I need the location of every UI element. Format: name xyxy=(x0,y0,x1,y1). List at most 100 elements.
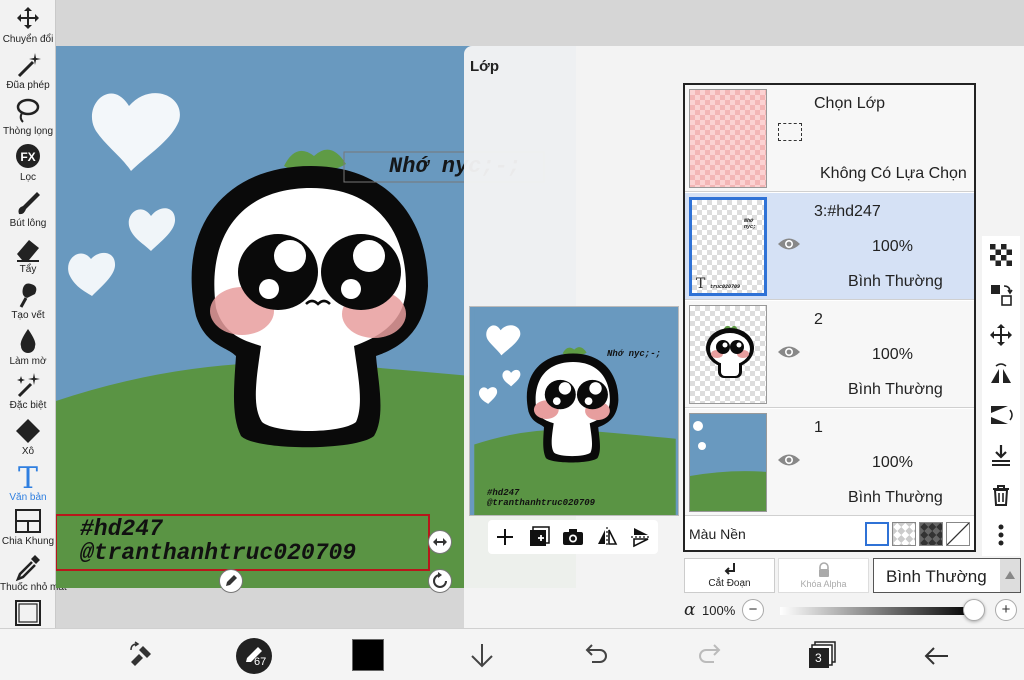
eye-right-highlight-large xyxy=(353,240,385,272)
panel-title: Lớp xyxy=(470,58,499,75)
background-color-label: Màu Nền xyxy=(689,526,746,542)
blend-mode-select[interactable]: Bình Thường xyxy=(873,558,1021,593)
layer-row-1[interactable]: 1 100% Bình Thường xyxy=(685,409,974,516)
flip-horizontal-icon[interactable] xyxy=(594,524,620,550)
eye-left-highlight-large xyxy=(274,240,306,272)
layer-tools-column xyxy=(982,236,1020,556)
add-special-layer-icon[interactable] xyxy=(526,524,552,550)
flip-vertical-icon[interactable] xyxy=(628,524,654,550)
text-resize-handle[interactable] xyxy=(428,530,452,554)
layer-actions-bar xyxy=(488,520,658,554)
merge-down-icon[interactable] xyxy=(988,442,1014,468)
sparkle-brush-icon xyxy=(17,373,40,398)
rotate-icon xyxy=(433,572,447,588)
tool-label: Làm mờ xyxy=(9,356,47,367)
eye-icon[interactable] xyxy=(777,344,801,360)
flip-layer-horizontal-icon[interactable] xyxy=(988,362,1014,388)
bottom-toolbar: 67 3 xyxy=(0,628,1024,680)
color-swatch-button[interactable] xyxy=(352,639,384,671)
opacity-row: α 100% − + xyxy=(684,598,1022,624)
layer-3-thumb-caption: truc020709 xyxy=(710,284,741,290)
layers-panel: Lớp Nhớ nyc;-; #hd247 @tranthanhtruc0207… xyxy=(464,46,1024,628)
move-layer-icon[interactable] xyxy=(988,322,1014,348)
preview-line2: @tranthanhtruc020709 xyxy=(487,498,596,508)
text-rotate-handle[interactable] xyxy=(428,569,452,593)
background-color-row: Màu Nền xyxy=(685,516,974,550)
add-layer-icon[interactable] xyxy=(492,524,518,550)
layer-row-3[interactable]: Nhớ nyc; T truc020709 3:#hd247 100% Bình… xyxy=(685,193,974,300)
opacity-increase-button[interactable]: + xyxy=(995,599,1017,621)
layer-2-opacity: 100% xyxy=(872,346,913,363)
opacity-slider-track[interactable] xyxy=(780,607,974,615)
eraser-icon xyxy=(17,240,39,262)
canvas-icon xyxy=(15,600,41,626)
fx-icon: FX xyxy=(16,144,40,168)
down-arrow-icon[interactable] xyxy=(466,640,498,672)
lock-alpha-button[interactable]: Khóa Alpha xyxy=(778,558,869,593)
bg-dark-checker-swatch[interactable] xyxy=(919,522,943,546)
opacity-slider-knob[interactable] xyxy=(963,599,985,621)
redo-icon[interactable] xyxy=(694,640,726,672)
eye-right-highlight-small xyxy=(341,279,361,299)
tool-blur[interactable]: Làm mờ xyxy=(0,326,56,370)
more-options-icon[interactable] xyxy=(988,522,1014,548)
bg-white-swatch[interactable] xyxy=(865,522,889,546)
layer-row-2[interactable]: 2 100% Bình Thường xyxy=(685,301,974,408)
layer-swap-icon[interactable] xyxy=(988,282,1014,308)
tool-eyedropper[interactable]: Thuốc nhỏ mắt xyxy=(0,552,67,596)
layer-2-blend: Bình Thường xyxy=(848,381,943,398)
lock-icon xyxy=(818,562,829,577)
bg-light-checker-swatch[interactable] xyxy=(892,522,916,546)
eye-icon[interactable] xyxy=(777,452,801,468)
tool-bucket[interactable]: Xô xyxy=(0,416,56,460)
selection-layer-title: Chọn Lớp xyxy=(814,95,885,112)
trash-icon[interactable] xyxy=(988,482,1014,508)
brush-size-value: 67 xyxy=(254,656,267,668)
opacity-decrease-button[interactable]: − xyxy=(742,599,764,621)
flip-layer-vertical-icon[interactable] xyxy=(988,402,1014,428)
clipping-button[interactable]: Cắt Đoạn xyxy=(684,558,775,593)
transparency-checker-icon[interactable] xyxy=(988,242,1014,268)
brush-size-button[interactable]: 67 xyxy=(236,638,272,674)
tool-label: Thòng lọng xyxy=(2,126,54,137)
clipping-label: Cắt Đoạn xyxy=(708,578,751,589)
lasso-icon xyxy=(16,98,40,123)
tool-frame[interactable]: Chia Khung xyxy=(0,506,56,550)
layers-count-button[interactable]: 3 xyxy=(808,640,838,670)
tool-magic-wand[interactable]: Đũa phép xyxy=(0,50,56,94)
layer-1-opacity: 100% xyxy=(872,454,913,471)
no-background-slash-icon xyxy=(946,522,970,546)
back-arrow-icon[interactable] xyxy=(920,640,952,672)
tool-special[interactable]: Đặc biệt xyxy=(0,370,56,414)
bg-none-swatch[interactable] xyxy=(946,522,970,546)
tool-eraser[interactable]: Tẩy xyxy=(0,234,56,278)
tool-label: Chuyển đổi xyxy=(2,34,54,45)
preview-artwork xyxy=(474,307,676,515)
layer-3-opacity: 100% xyxy=(872,238,913,255)
eye-left xyxy=(238,234,318,310)
selection-layer-row[interactable]: Chọn Lớp Không Có Lựa Chọn xyxy=(685,85,974,192)
tool-smudge[interactable]: Tạo vết xyxy=(0,280,56,324)
tool-label: Thuốc nhỏ mắt xyxy=(0,582,67,593)
svg-text:FX: FX xyxy=(20,150,35,164)
tool-lasso[interactable]: Thòng lọng xyxy=(0,96,56,140)
eye-icon[interactable] xyxy=(777,236,801,252)
pencil-icon xyxy=(226,575,237,586)
camera-icon[interactable] xyxy=(560,524,586,550)
tool-brush[interactable]: Bút lông xyxy=(0,188,56,232)
layer-count-value: 3 xyxy=(815,651,822,665)
layer-list: Chọn Lớp Không Có Lựa Chọn Nhớ nyc; T tr… xyxy=(683,83,976,552)
tool-label: Đặc biệt xyxy=(9,400,47,411)
svg-text:T: T xyxy=(18,462,38,492)
text-layer-t-icon: T xyxy=(696,276,706,292)
tool-transform[interactable]: Chuyển đổi xyxy=(0,4,56,48)
swap-tools-icon[interactable] xyxy=(125,640,157,672)
tool-text[interactable]: T Văn bản xyxy=(0,462,56,506)
undo-icon[interactable] xyxy=(580,640,612,672)
canvas-preview: Nhớ nyc;-; #hd247 @tranthanhtruc020709 xyxy=(469,306,679,516)
tool-label: Lọc xyxy=(19,172,37,183)
text-edit-button[interactable] xyxy=(219,569,243,593)
layer-1-name: 1 xyxy=(814,419,823,436)
left-toolbar: Chuyển đổi Đũa phép Thòng lọng FX Lọc Bút lôn… xyxy=(0,0,67,639)
tool-filter[interactable]: FX Lọc xyxy=(0,142,56,186)
